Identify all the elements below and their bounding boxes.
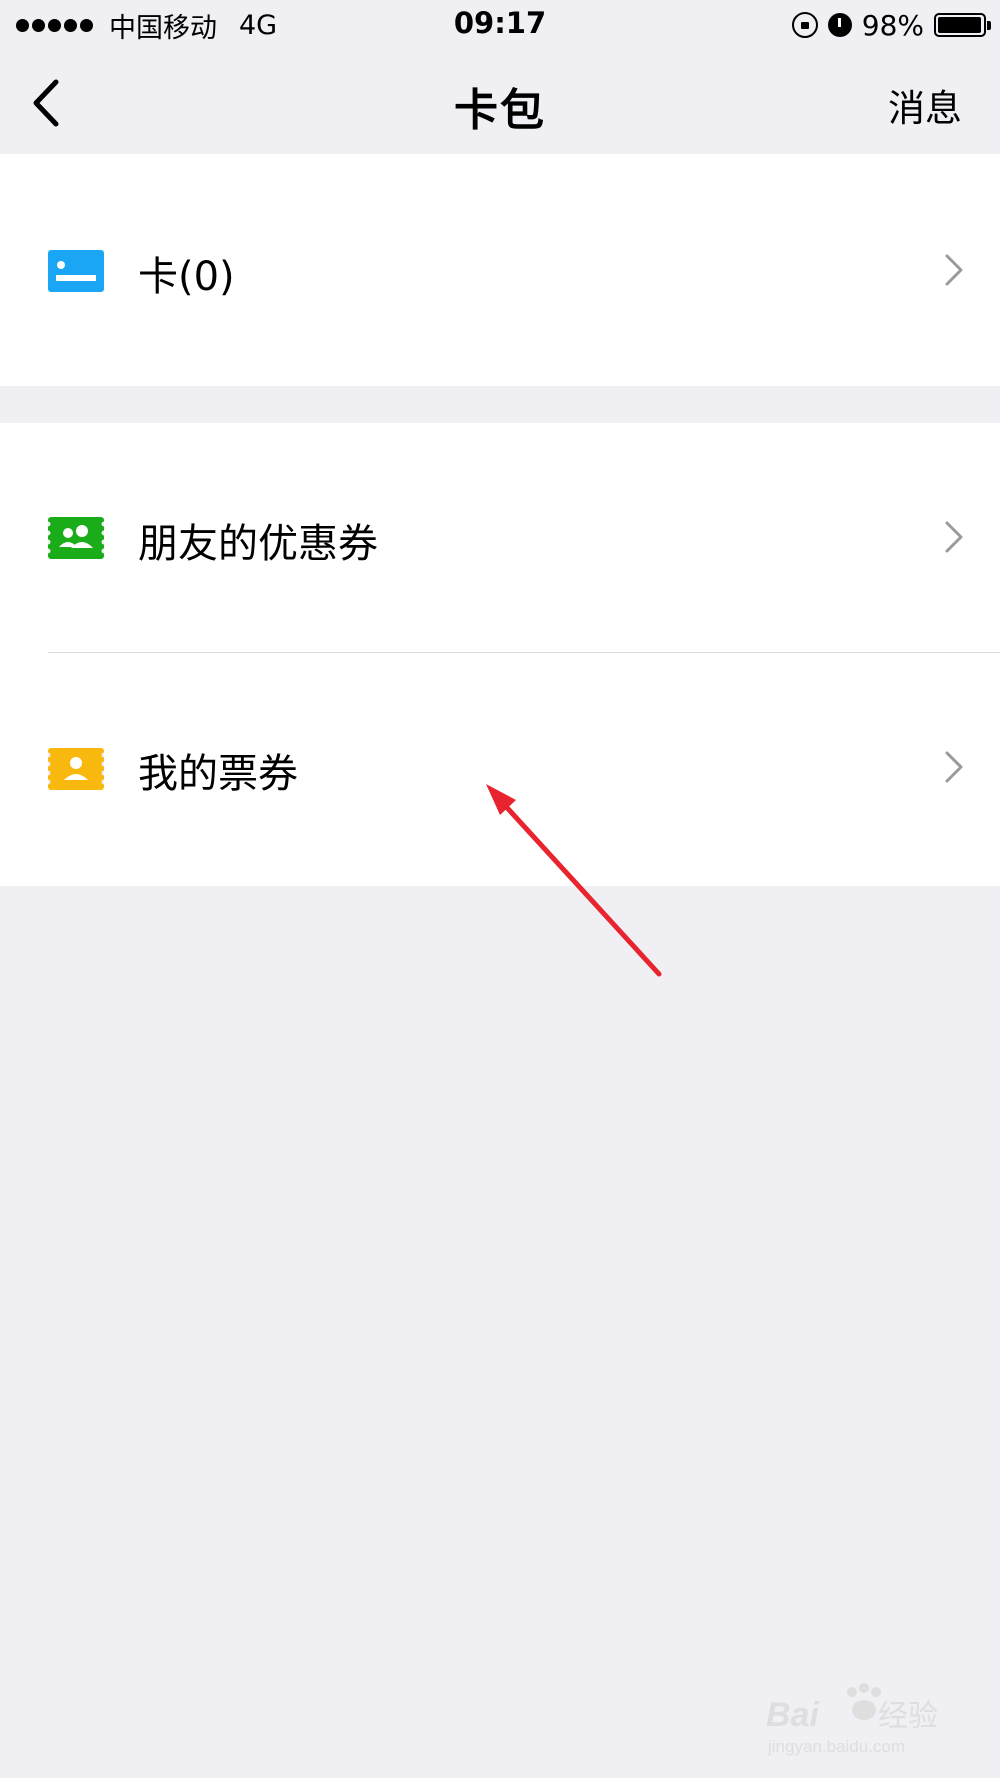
chevron-right-icon [945, 254, 963, 286]
list-item-cards[interactable]: 卡(0) [0, 154, 1000, 386]
list-item-my-tickets[interactable]: 我的票券 [0, 653, 1000, 886]
cards-section: 卡(0) [0, 154, 1000, 386]
chevron-right-icon [945, 751, 963, 783]
friends-coupon-icon [48, 517, 104, 559]
navigation-bar: 卡包 消息 [0, 50, 1000, 154]
ticket-icon [48, 748, 104, 790]
status-bar-right: 98% [791, 7, 991, 43]
card-icon [48, 250, 104, 292]
list-item-label: 朋友的优惠券 [138, 521, 378, 567]
battery-icon [934, 13, 991, 37]
battery-percent: 98% [861, 8, 924, 42]
rotation-lock-icon [791, 12, 818, 38]
baidu-jingyan-watermark: Bai 经验 jingyan.baidu.com [766, 1680, 966, 1760]
page-title: 卡包 [454, 85, 546, 136]
svg-text:Bai: Bai [766, 1696, 820, 1734]
status-bar: 中国移动 4G 09:17 98% [0, 0, 1000, 50]
coupons-section: 朋友的优惠券 我的票券 [0, 423, 1000, 886]
alarm-icon [827, 13, 852, 37]
messages-button[interactable]: 消息 [888, 78, 962, 132]
list-item-friends-coupons[interactable]: 朋友的优惠券 [0, 423, 1000, 653]
list-item-label: 我的票券 [138, 751, 298, 797]
list-item-label: 卡(0) [138, 254, 235, 300]
svg-text:jingyan.baidu.com: jingyan.baidu.com [767, 1737, 905, 1756]
svg-text:经验: 经验 [878, 1699, 938, 1734]
chevron-right-icon [945, 521, 963, 553]
